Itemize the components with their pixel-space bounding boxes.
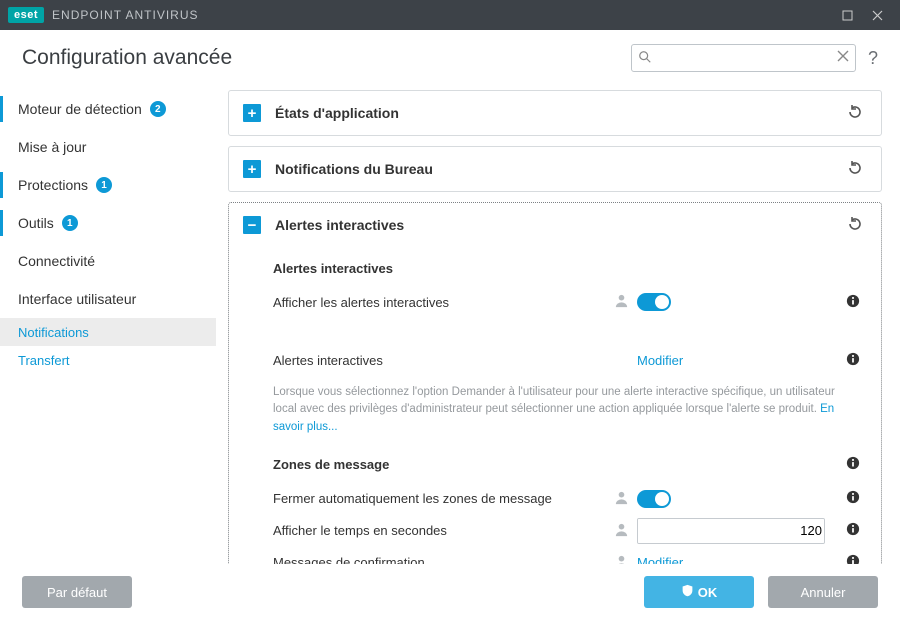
ok-button[interactable]: OK xyxy=(644,576,754,608)
info-button[interactable] xyxy=(845,522,861,539)
search-input[interactable] xyxy=(631,44,856,72)
section-header-app-states[interactable]: + États d'application xyxy=(229,91,881,135)
setting-label: Afficher les alertes interactives xyxy=(273,295,614,310)
person-icon xyxy=(614,522,629,537)
undo-icon xyxy=(847,216,863,232)
setting-display-time-seconds: Afficher le temps en secondes xyxy=(273,515,861,547)
cancel-button[interactable]: Annuler xyxy=(768,576,878,608)
button-label: Annuler xyxy=(801,585,846,600)
info-icon xyxy=(846,352,860,366)
sidebar-item-protections[interactable]: Protections 1 xyxy=(0,166,216,204)
info-button[interactable] xyxy=(845,456,861,473)
main-panel: + États d'application + Notifications du… xyxy=(216,86,900,586)
search-field-wrap xyxy=(631,44,856,72)
policy-icon xyxy=(614,522,629,540)
default-button[interactable]: Par défaut xyxy=(22,576,132,608)
sidebar-item-label: Moteur de détection xyxy=(18,101,142,117)
info-icon xyxy=(846,456,860,470)
titlebar: eset ENDPOINT ANTIVIRUS xyxy=(0,0,900,30)
info-icon xyxy=(846,522,860,536)
sidebar-item-update[interactable]: Mise à jour xyxy=(0,128,216,166)
section-header-desktop-notifications[interactable]: + Notifications du Bureau xyxy=(229,147,881,191)
sidebar: Moteur de détection 2 Mise à jour Protec… xyxy=(0,86,216,586)
section-title: Alertes interactives xyxy=(275,217,843,233)
square-icon xyxy=(842,10,853,21)
sidebar-item-label: Transfert xyxy=(18,353,70,368)
sidebar-item-label: Outils xyxy=(18,215,54,231)
sidebar-item-user-interface[interactable]: Interface utilisateur xyxy=(0,280,216,318)
sidebar-item-label: Connectivité xyxy=(18,253,95,269)
subheading-interactive-alerts: Alertes interactives xyxy=(273,261,861,276)
section-desktop-notifications: + Notifications du Bureau xyxy=(228,146,882,192)
sidebar-subitem-transfer[interactable]: Transfert xyxy=(0,346,216,374)
reset-section-button[interactable] xyxy=(843,100,867,127)
setting-label: Fermer automatiquement les zones de mess… xyxy=(273,491,614,506)
sidebar-item-detection-engine[interactable]: Moteur de détection 2 xyxy=(0,90,216,128)
interactive-alerts-description: Lorsque vous sélectionnez l'option Deman… xyxy=(273,384,861,436)
expand-icon: + xyxy=(243,160,261,178)
setting-label: Afficher le temps en secondes xyxy=(273,523,614,538)
subheading-label: Zones de message xyxy=(273,457,389,472)
section-header-interactive-alerts[interactable]: − Alertes interactives xyxy=(229,203,881,247)
info-icon xyxy=(846,294,860,308)
description-text: Lorsque vous sélectionnez l'option Deman… xyxy=(273,386,835,415)
section-app-states: + États d'application xyxy=(228,90,882,136)
setting-interactive-alerts-edit: Alertes interactives Modifier xyxy=(273,344,861,376)
policy-icon xyxy=(614,293,629,311)
setting-show-interactive-alerts: Afficher les alertes interactives xyxy=(273,286,861,318)
expand-icon: + xyxy=(243,104,261,122)
time-seconds-spinner xyxy=(637,518,825,544)
count-badge: 1 xyxy=(96,177,112,193)
section-title: États d'application xyxy=(275,105,843,121)
brand-logo: eset xyxy=(8,7,44,23)
clear-search-button[interactable] xyxy=(837,50,849,65)
sidebar-item-connectivity[interactable]: Connectivité xyxy=(0,242,216,280)
undo-icon xyxy=(847,160,863,176)
info-icon xyxy=(846,490,860,504)
search-icon xyxy=(638,50,652,67)
page-title: Configuration avancée xyxy=(22,46,232,70)
setting-auto-close-message-boxes: Fermer automatiquement les zones de mess… xyxy=(273,483,861,515)
reset-section-button[interactable] xyxy=(843,212,867,239)
info-button[interactable] xyxy=(845,294,861,311)
toggle-show-interactive-alerts[interactable] xyxy=(637,293,671,311)
window-maximize-button[interactable] xyxy=(832,0,862,30)
sidebar-item-label: Interface utilisateur xyxy=(18,291,136,307)
header: Configuration avancée ? xyxy=(0,30,900,86)
button-label: OK xyxy=(698,585,718,600)
time-seconds-input[interactable] xyxy=(638,519,825,543)
sidebar-item-label: Notifications xyxy=(18,325,89,340)
window-close-button[interactable] xyxy=(862,0,892,30)
shield-icon xyxy=(681,584,694,600)
close-icon xyxy=(872,10,883,21)
toggle-auto-close[interactable] xyxy=(637,490,671,508)
count-badge: 2 xyxy=(150,101,166,117)
policy-icon xyxy=(614,490,629,508)
info-button[interactable] xyxy=(845,352,861,369)
button-label: Par défaut xyxy=(47,585,107,600)
sidebar-item-label: Mise à jour xyxy=(18,139,86,155)
collapse-icon: − xyxy=(243,216,261,234)
x-icon xyxy=(837,50,849,62)
subheading-message-zones: Zones de message xyxy=(273,456,861,473)
section-title: Notifications du Bureau xyxy=(275,161,843,177)
section-interactive-alerts: − Alertes interactives Alertes interacti… xyxy=(228,202,882,586)
product-name: ENDPOINT ANTIVIRUS xyxy=(52,8,198,22)
sidebar-item-tools[interactable]: Outils 1 xyxy=(0,204,216,242)
person-icon xyxy=(614,293,629,308)
help-button[interactable]: ? xyxy=(868,48,878,69)
undo-icon xyxy=(847,104,863,120)
info-button[interactable] xyxy=(845,490,861,507)
person-icon xyxy=(614,490,629,505)
reset-section-button[interactable] xyxy=(843,156,867,183)
footer: Par défaut OK Annuler xyxy=(0,564,900,620)
count-badge: 1 xyxy=(62,215,78,231)
edit-alerts-link[interactable]: Modifier xyxy=(637,353,683,368)
sidebar-subitem-notifications[interactable]: Notifications xyxy=(0,318,216,346)
sidebar-item-label: Protections xyxy=(18,177,88,193)
setting-label: Alertes interactives xyxy=(273,353,637,368)
